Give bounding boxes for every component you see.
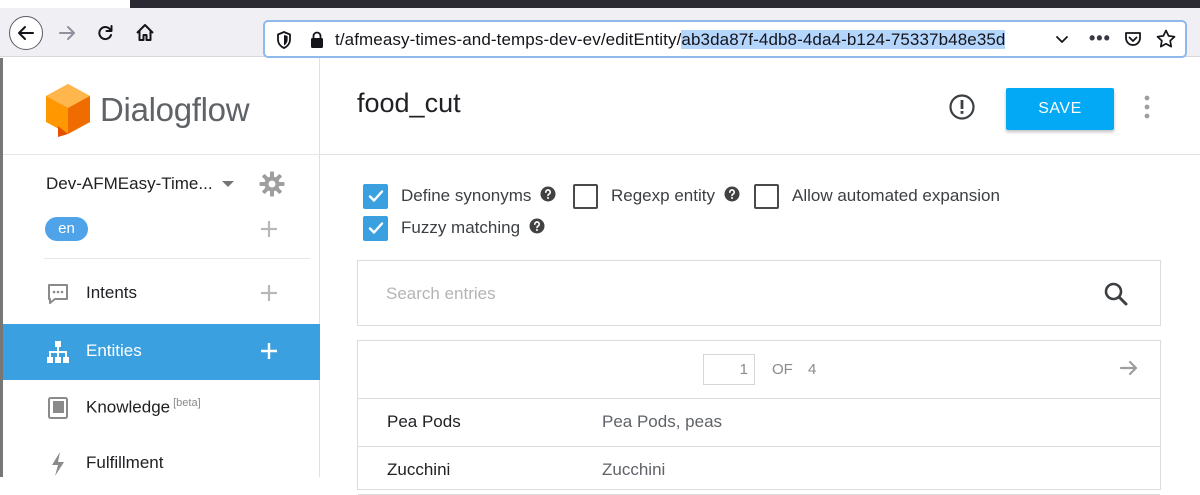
- help-icon[interactable]: [540, 186, 556, 207]
- sidebar: Dialogflow Dev-AFMEasy-Time... en Intent…: [0, 58, 320, 477]
- total-pages: 4: [808, 361, 817, 378]
- search-entries-input[interactable]: [386, 281, 1066, 307]
- home-icon[interactable]: [128, 16, 162, 50]
- sidebar-item-fulfillment[interactable]: Fulfillment: [3, 436, 320, 492]
- checkmark-icon: [368, 222, 383, 234]
- browser-toolbar: t/afmeasy-times-and-temps-dev-ev/editEnt…: [0, 8, 1200, 58]
- brand-name: Dialogflow: [100, 91, 250, 128]
- divider: [3, 154, 320, 155]
- star-icon[interactable]: [1155, 28, 1177, 55]
- more-icon[interactable]: •••: [1089, 28, 1111, 49]
- sidebar-item-knowledge[interactable]: Knowledge [beta]: [3, 380, 320, 436]
- url-bar[interactable]: t/afmeasy-times-and-temps-dev-ev/editEnt…: [263, 20, 1187, 58]
- agent-selector[interactable]: Dev-AFMEasy-Time...: [44, 170, 294, 200]
- pagination-bar: OF 4: [358, 341, 1160, 399]
- regexp-entity-label: Regexp entity: [611, 186, 715, 205]
- agent-name: Dev-AFMEasy-Time...: [46, 174, 213, 193]
- shield-icon[interactable]: [275, 30, 293, 55]
- browser-tab-strip: [0, 0, 1200, 8]
- chat-bubble-icon: [45, 281, 71, 307]
- reload-icon[interactable]: [88, 16, 122, 50]
- sidebar-item-label: Fulfillment: [86, 453, 164, 472]
- checkmark-icon: [368, 190, 383, 202]
- define-synonyms-label: Define synonyms: [401, 186, 532, 205]
- define-synonyms-checkbox[interactable]: [363, 183, 388, 209]
- url-text[interactable]: t/afmeasy-times-and-temps-dev-ev/editEnt…: [335, 30, 1006, 50]
- table-row[interactable]: Pea Pods Pea Pods, peas: [358, 399, 1160, 447]
- chevron-down-icon[interactable]: [1054, 31, 1070, 52]
- add-language-icon[interactable]: [258, 218, 280, 245]
- option-allow-automated-expansion[interactable]: Allow automated expansion: [754, 183, 1000, 209]
- bolt-icon: [45, 451, 71, 477]
- sidebar-item-label: Knowledge [beta]: [86, 397, 201, 418]
- regexp-entity-checkbox[interactable]: [573, 183, 598, 209]
- book-icon: [45, 395, 71, 421]
- active-tab-edge: [0, 0, 130, 8]
- brand-logo[interactable]: Dialogflow: [44, 80, 250, 140]
- caret-down-icon[interactable]: [222, 181, 234, 187]
- search-icon[interactable]: [1103, 281, 1129, 312]
- divider: [44, 258, 310, 259]
- url-selected-text: ab3da87f-4db8-4da4-b124-75337b48e35d: [681, 30, 1006, 49]
- table-row[interactable]: Zucchini Zucchini: [358, 447, 1160, 495]
- entries-table: OF 4 Pea Pods Pea Pods, peas Zucchini Zu…: [357, 340, 1161, 495]
- entity-name-title[interactable]: food_cut: [357, 88, 461, 119]
- save-button[interactable]: SAVE: [1006, 88, 1114, 130]
- entry-value[interactable]: Zucchini: [387, 460, 450, 480]
- language-badge[interactable]: en: [45, 217, 88, 241]
- search-entries-box: [357, 260, 1161, 326]
- lock-icon[interactable]: [309, 30, 325, 55]
- url-prefix: t/afmeasy-times-and-temps-dev-ev/editEnt…: [335, 30, 682, 49]
- entry-synonyms[interactable]: Pea Pods, peas: [602, 412, 722, 432]
- sidebar-item-entities[interactable]: Entities: [3, 324, 320, 380]
- dialogflow-logo-icon: [46, 84, 90, 137]
- sidebar-item-intents[interactable]: Intents: [3, 266, 320, 322]
- allow-expansion-checkbox[interactable]: [754, 183, 779, 209]
- sidebar-item-label: Intents: [86, 283, 138, 302]
- entry-synonyms[interactable]: Zucchini: [602, 460, 665, 480]
- entry-value[interactable]: Pea Pods: [387, 412, 461, 432]
- beta-badge: [beta]: [173, 397, 201, 409]
- add-entity-icon[interactable]: [258, 340, 280, 367]
- sidebar-item-label: Entities: [86, 341, 142, 360]
- allow-expansion-label: Allow automated expansion: [792, 186, 1000, 205]
- add-intent-icon[interactable]: [258, 282, 280, 309]
- more-vert-icon[interactable]: [1142, 94, 1152, 125]
- help-icon[interactable]: [724, 186, 740, 207]
- hierarchy-icon: [45, 339, 71, 365]
- back-arrow-icon[interactable]: [9, 16, 43, 50]
- of-label: OF: [772, 361, 793, 378]
- knowledge-label: Knowledge: [86, 397, 171, 417]
- info-icon[interactable]: [948, 93, 976, 126]
- pocket-icon[interactable]: [1123, 29, 1143, 54]
- forward-arrow-icon[interactable]: [50, 16, 84, 50]
- option-define-synonyms[interactable]: Define synonyms: [363, 183, 556, 209]
- gear-icon[interactable]: [258, 170, 286, 203]
- fuzzy-matching-checkbox[interactable]: [363, 215, 388, 241]
- fuzzy-matching-label: Fuzzy matching: [401, 218, 521, 237]
- next-page-arrow-icon[interactable]: [1118, 357, 1140, 384]
- help-icon[interactable]: [529, 218, 545, 239]
- page-number-input[interactable]: [703, 354, 755, 385]
- option-regexp-entity[interactable]: Regexp entity: [573, 183, 740, 209]
- option-fuzzy-matching[interactable]: Fuzzy matching: [363, 215, 545, 241]
- entity-header: food_cut SAVE: [320, 58, 1200, 155]
